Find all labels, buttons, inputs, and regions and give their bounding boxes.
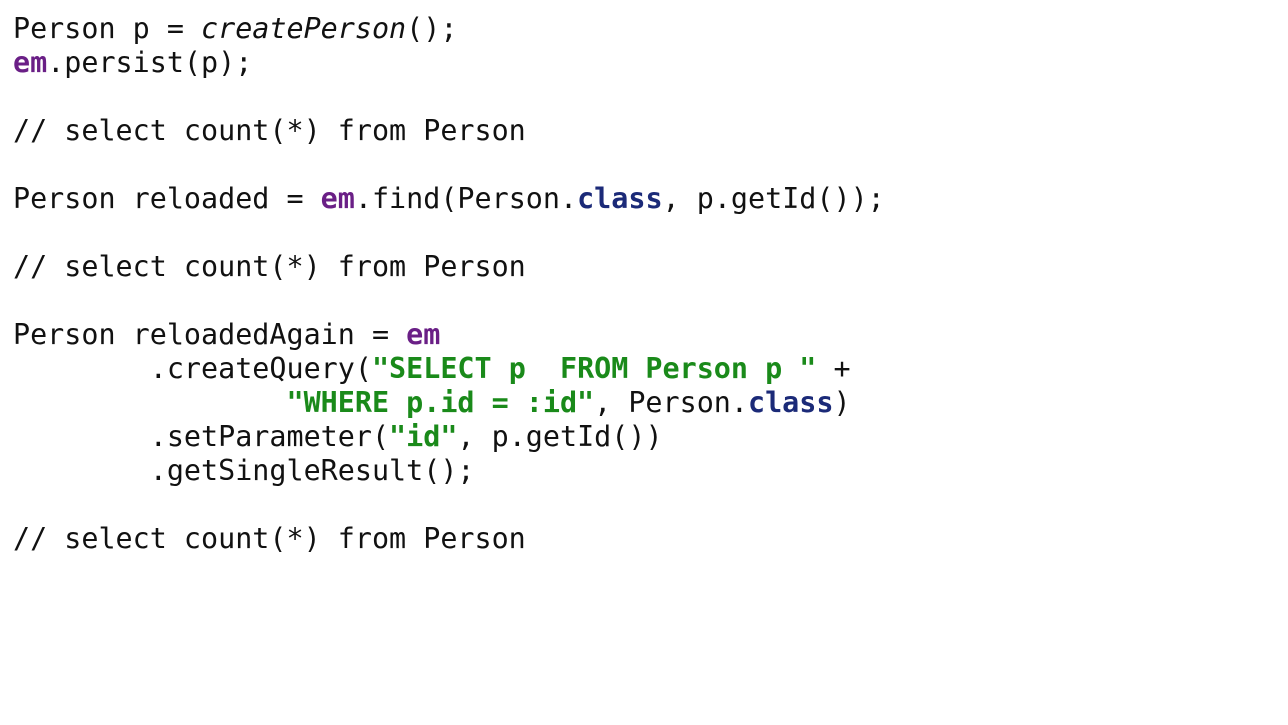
code-text: .find(Person. xyxy=(354,182,578,215)
method-name: createPerson xyxy=(201,12,407,45)
comment: // select count(*) from Person xyxy=(13,250,526,283)
code-text: Person reloadedAgain = xyxy=(13,318,407,351)
code-line: Person reloaded = em.find(Person.class, … xyxy=(13,182,885,216)
comment: // select count(*) from Person xyxy=(13,522,526,555)
entity-manager-keyword: em xyxy=(320,182,355,215)
string-literal: "id" xyxy=(389,420,458,453)
code-text: .setParameter( xyxy=(13,420,390,453)
code-text: (); xyxy=(406,12,458,45)
entity-manager-keyword: em xyxy=(13,46,48,79)
code-line: // select count(*) from Person xyxy=(13,522,885,556)
class-keyword: class xyxy=(748,386,834,419)
code-line: "WHERE p.id = :id", Person.class) xyxy=(13,386,885,420)
code-text: .createQuery( xyxy=(13,352,372,385)
code-block: Person p = createPerson(); em.persist(p);… xyxy=(13,12,885,556)
code-text: .getSingleResult(); xyxy=(13,454,475,487)
code-text: Person reloaded = xyxy=(13,182,321,215)
string-literal: "SELECT p FROM Person p " xyxy=(371,352,817,385)
class-keyword: class xyxy=(577,182,663,215)
code-line: // select count(*) from Person xyxy=(13,250,885,284)
code-text: .persist(p); xyxy=(47,46,253,79)
code-line: em.persist(p); xyxy=(13,46,885,80)
code-text: , p.getId()); xyxy=(662,182,885,215)
code-text: ) xyxy=(833,386,851,419)
code-line: // select count(*) from Person xyxy=(13,114,885,148)
code-text: , p.getId()) xyxy=(457,420,663,453)
comment: // select count(*) from Person xyxy=(13,114,526,147)
code-line: Person reloadedAgain = em xyxy=(13,318,885,352)
code-line: .setParameter("id", p.getId()) xyxy=(13,420,885,454)
code-line: Person p = createPerson(); xyxy=(13,12,885,46)
string-literal: "WHERE p.id = :id" xyxy=(286,386,595,419)
code-text: , Person. xyxy=(594,386,748,419)
code-text: Person p = xyxy=(13,12,202,45)
code-line: .getSingleResult(); xyxy=(13,454,885,488)
code-line: .createQuery("SELECT p FROM Person p " + xyxy=(13,352,885,386)
entity-manager-keyword: em xyxy=(406,318,441,351)
code-text: + xyxy=(816,352,851,385)
